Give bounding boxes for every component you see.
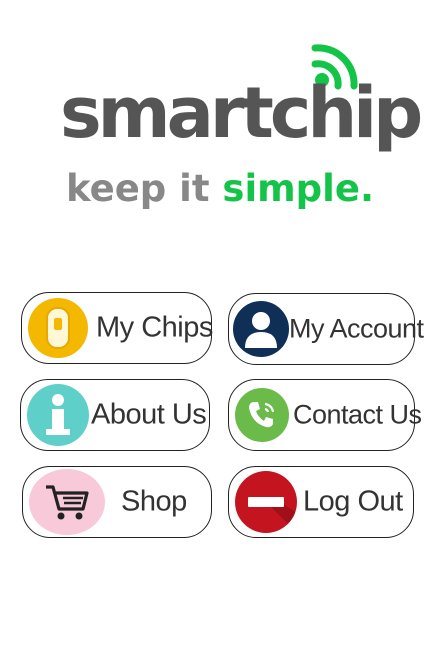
- my-account-button[interactable]: My Account: [228, 293, 424, 365]
- my-chips-label: My Chips: [96, 311, 213, 344]
- chip-icon: [28, 298, 88, 358]
- contact-us-label: Contact Us: [293, 399, 422, 430]
- logo-wordmark: smartchip: [60, 72, 423, 154]
- app-logo: smartchip: [0, 30, 440, 165]
- about-us-button[interactable]: About Us: [20, 379, 210, 451]
- minus-icon: [235, 471, 297, 533]
- tagline-keep-it: keep it: [65, 167, 210, 210]
- my-account-label: My Account: [289, 313, 424, 344]
- my-chips-button[interactable]: My Chips: [21, 292, 213, 364]
- log-out-label: Log Out: [303, 485, 403, 518]
- user-icon: [233, 301, 289, 357]
- shop-button[interactable]: Shop: [22, 466, 212, 538]
- about-us-label: About Us: [91, 398, 207, 431]
- phone-icon: [235, 388, 289, 442]
- info-icon: [27, 384, 89, 446]
- contact-us-button[interactable]: Contact Us: [228, 379, 422, 451]
- tagline-simple: simple.: [222, 167, 374, 210]
- tagline: keep it simple.: [0, 170, 440, 207]
- cart-icon: [29, 469, 105, 535]
- shop-label: Shop: [121, 485, 187, 518]
- log-out-button[interactable]: Log Out: [228, 466, 414, 538]
